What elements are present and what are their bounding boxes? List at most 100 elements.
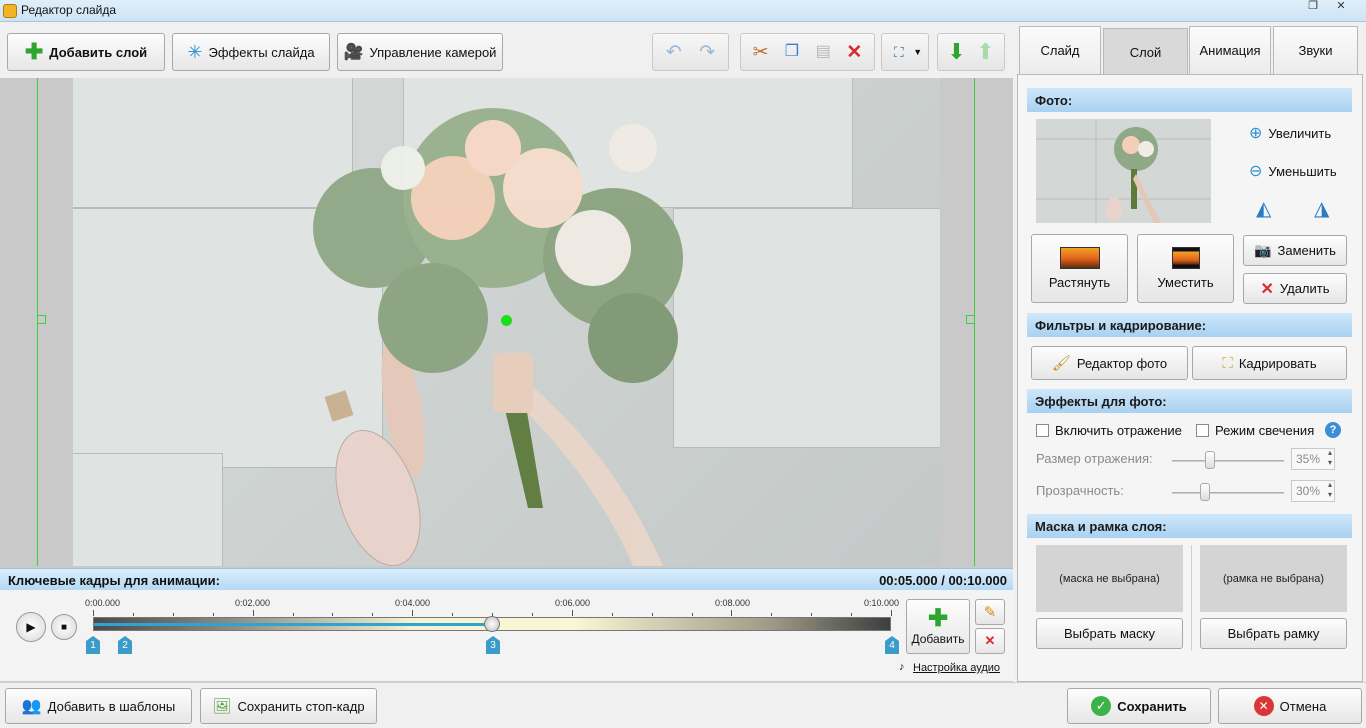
time-label: 0:02.000 [235,598,271,608]
transparency-knob[interactable] [1200,483,1210,501]
zoom-out-button[interactable]: ⊖ Уменьшить [1249,161,1337,181]
save-button[interactable]: ✓ Сохранить [1067,688,1211,724]
reflection-checkbox[interactable] [1036,424,1049,437]
stop-icon: ■ [60,621,68,633]
timeline-tick [531,613,533,616]
timeline-tick [891,610,892,616]
timeline-tick [611,613,613,616]
edit-keyframe-button[interactable]: ✎ [975,599,1005,625]
frame-preview: (рамка не выбрана) [1200,545,1347,612]
keyframe-marker[interactable]: 3 [486,636,500,654]
reflection-label: Включить отражение [1055,423,1182,438]
slide-effects-button[interactable]: ✳ Эффекты слайда [172,33,330,71]
transparency-spinner[interactable]: 30% [1291,480,1335,502]
reflection-size-spinner[interactable]: 35% [1291,448,1335,470]
timeline-tick [452,613,454,616]
move-up-icon[interactable]: ⬆ [975,41,997,63]
time-label: 0:08.000 [715,598,751,608]
timeline-tick [651,613,653,616]
delete-icon[interactable]: ✕ [843,41,865,63]
fit-icon [1171,247,1200,269]
tab-sounds[interactable]: Звуки [1273,26,1358,74]
play-icon: ▶ [26,620,36,634]
stretch-button[interactable]: Растянуть [1031,234,1128,303]
template-add-icon: 👥 [21,698,42,715]
keyframe-marker[interactable]: 2 [118,636,132,654]
delete-icon: ✕ [1260,280,1274,298]
fit-dropdown[interactable]: ⛶ ▼ [881,33,929,71]
fit-button[interactable]: Уместить [1137,234,1234,303]
camera-icon: 🎥 [343,44,364,61]
layer-order-group: ⬇ ⬆ [937,33,1005,71]
divider [1191,545,1192,651]
app-icon [3,4,17,18]
add-layer-button[interactable]: ✚ Добавить слой [7,33,165,71]
choose-mask-button[interactable]: Выбрать маску [1036,618,1183,649]
move-down-icon[interactable]: ⬇ [946,41,968,63]
anchor-point[interactable] [501,315,512,326]
glow-checkbox[interactable] [1196,424,1209,437]
keyframes-header: Ключевые кадры для анимации: 00:05.000 /… [0,568,1013,590]
mask-preview: (маска не выбрана) [1036,545,1183,612]
timeline-panel: ▶ ■ 0:00.000 0:02.000 0:04.000 0:06.000 … [0,590,1013,682]
transparency-label: Прозрачность: [1036,483,1124,498]
timeline-tick [252,610,254,616]
reflection-size-slider[interactable] [1172,460,1284,462]
plus-icon: ✚ [927,604,949,632]
restore-icon[interactable]: ❐ [1302,0,1324,14]
title-bar: Редактор слайда ❐ ✕ [0,0,1366,22]
cancel-button[interactable]: ✕ Отмена [1218,688,1362,724]
play-button[interactable]: ▶ [16,612,46,642]
camera-control-button[interactable]: 🎥 Управление камерой [337,33,503,71]
timeline-tick [292,613,294,616]
copy-icon[interactable]: ❐ [781,41,803,63]
zoom-out-icon: ⊖ [1249,163,1263,180]
transparency-slider[interactable] [1172,492,1284,494]
timeline-tick [571,610,573,616]
window-title: Редактор слайда [21,3,117,17]
add-keyframe-button[interactable]: ✚ Добавить [906,599,970,654]
replace-button[interactable]: 📷 Заменить [1243,235,1347,266]
cancel-icon: ✕ [1253,696,1274,716]
delete-keyframe-button[interactable]: ✕ [975,628,1005,654]
delete-photo-button[interactable]: ✕ Удалить [1243,273,1347,304]
stop-button[interactable]: ■ [51,614,77,640]
stretch-icon [1059,247,1100,269]
help-icon[interactable]: ? [1325,422,1341,438]
undo-icon[interactable]: ↶ [663,41,685,63]
zoom-in-icon: ⊕ [1249,125,1263,142]
mask-section-header: Маска и рамка слоя: [1027,514,1352,538]
photo-thumbnail [1036,119,1211,223]
rotate-left-icon[interactable]: ◭ [1256,196,1271,221]
timeline-tick [332,613,334,616]
paste-icon[interactable]: ▤ [812,41,834,63]
tab-layer[interactable]: Слой [1103,28,1188,76]
brush-icon: 🖌 [1051,355,1071,372]
timeline-tick [811,613,813,616]
add-to-templates-button[interactable]: 👥 Добавить в шаблоны [5,688,192,724]
delete-icon: ✕ [984,633,996,648]
time-label: 0:06.000 [555,598,591,608]
save-snapshot-button[interactable]: 🖼 Сохранить стоп-кадр [200,688,377,724]
keyframe-marker[interactable]: 4 [885,636,899,654]
audio-settings-link[interactable]: Настройка аудио [913,662,1000,674]
check-icon: ✓ [1091,696,1112,716]
tab-slide[interactable]: Слайд [1019,26,1101,74]
redo-icon[interactable]: ↷ [696,41,718,63]
crop-button[interactable]: ⛶ Кадрировать [1192,346,1347,380]
choose-frame-button[interactable]: Выбрать рамку [1200,618,1347,649]
time-label: 0:10.000 [864,598,900,608]
rotate-right-icon[interactable]: ◮ [1314,196,1329,221]
tab-animation[interactable]: Анимация [1189,26,1271,74]
resize-handle-right[interactable] [966,315,975,324]
keyframes-title: Ключевые кадры для анимации: [8,573,220,588]
resize-handle-left[interactable] [37,315,46,324]
reflection-size-knob[interactable] [1205,451,1215,469]
photo-editor-button[interactable]: 🖌 Редактор фото [1031,346,1188,380]
playhead[interactable] [484,616,500,632]
time-label: 0:00.000 [85,598,121,608]
keyframe-marker[interactable]: 1 [86,636,100,654]
close-icon[interactable]: ✕ [1330,0,1352,14]
cut-icon[interactable]: ✂ [750,41,772,63]
zoom-in-button[interactable]: ⊕ Увеличить [1249,123,1331,143]
